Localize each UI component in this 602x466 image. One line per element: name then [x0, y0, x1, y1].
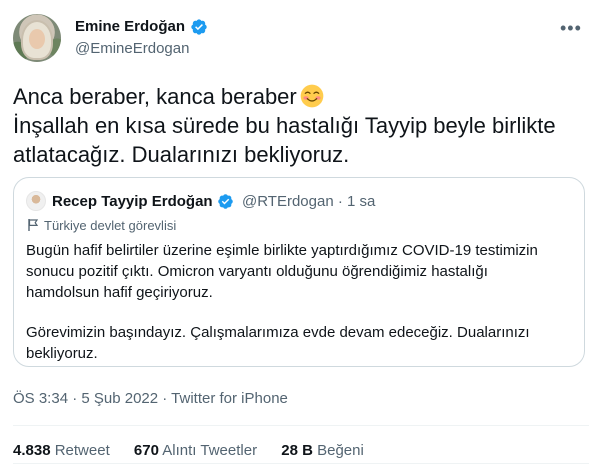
like-stat[interactable]: 28 B Beğeni	[281, 442, 364, 459]
quoted-line: Bugün hafif belirtiler üzerine eşimle bi…	[26, 242, 538, 259]
quoted-line: hamdolsun hafif geçiriyoruz.	[26, 284, 213, 301]
retweet-count: 4.838	[13, 442, 51, 459]
separator-dot: ·	[337, 193, 343, 210]
like-label: Beğeni	[317, 442, 364, 459]
quoted-author-name: Recep Tayyip Erdoğan	[52, 193, 213, 210]
tweet-line: atlatacağız. Dualarınızı bekliyoruz.	[13, 142, 350, 167]
tweet-timestamp[interactable]: ÖS 3:34 · 5 Şub 2022 · Twitter for iPhon…	[13, 390, 288, 407]
flag-icon	[28, 219, 39, 231]
retweet-label: Retweet	[54, 442, 110, 459]
government-label: Türkiye devlet görevlisi	[26, 218, 176, 233]
quoted-line: sonucu pozitif çıktı. Omicron varyantı o…	[26, 263, 488, 280]
verified-badge-icon	[218, 194, 233, 209]
verified-badge-icon	[191, 19, 207, 35]
government-label-text: Türkiye devlet görevlisi	[44, 218, 177, 233]
quoted-line: bekliyoruz.	[26, 345, 98, 362]
author-avatar[interactable]	[13, 14, 61, 62]
author-handle[interactable]: @EmineErdogan	[75, 40, 189, 57]
quote-stat[interactable]: 670 Alıntı Tweetler	[134, 442, 257, 459]
tweet-line: Anca beraber, kanca beraber	[13, 82, 588, 111]
quote-label: Alıntı Tweetler	[162, 442, 258, 459]
quoted-author-avatar	[26, 191, 46, 211]
author-name[interactable]: Emine Erdoğan	[75, 18, 185, 35]
divider	[13, 425, 589, 426]
tweet-text: Anca beraber, kanca beraber İnşallah en …	[13, 82, 588, 169]
quoted-time: 1 sa	[347, 193, 376, 210]
retweet-stat[interactable]: 4.838 Retweet	[13, 442, 110, 459]
quoted-tweet[interactable]: Recep Tayyip Erdoğan @RTErdogan · 1 sa T…	[13, 177, 585, 367]
quoted-line: Görevimizin başındayız. Çalışmalarımıza …	[26, 324, 530, 341]
tweet-card: Emine Erdoğan @EmineErdogan ••• Anca ber…	[0, 0, 602, 466]
avatar-face	[29, 29, 45, 49]
quoted-author-handle: @RTErdogan	[242, 193, 334, 210]
quoted-text: Bugün hafif belirtiler üzerine eşimle bi…	[26, 240, 574, 364]
more-options-icon[interactable]: •••	[560, 18, 586, 38]
quoted-author-meta: @RTErdogan · 1 sa	[242, 193, 375, 210]
smiling-face-icon	[300, 84, 324, 108]
tweet-line: İnşallah en kısa sürede bu hastalığı Tay…	[13, 113, 556, 138]
quote-count: 670	[133, 442, 159, 459]
like-count: 28 B	[281, 442, 313, 459]
divider	[13, 463, 589, 464]
tweet-line-text: Anca beraber, kanca beraber	[13, 84, 297, 109]
engagement-stats: 4.838 Retweet 670 Alıntı Tweetler 28 B B…	[13, 442, 384, 459]
